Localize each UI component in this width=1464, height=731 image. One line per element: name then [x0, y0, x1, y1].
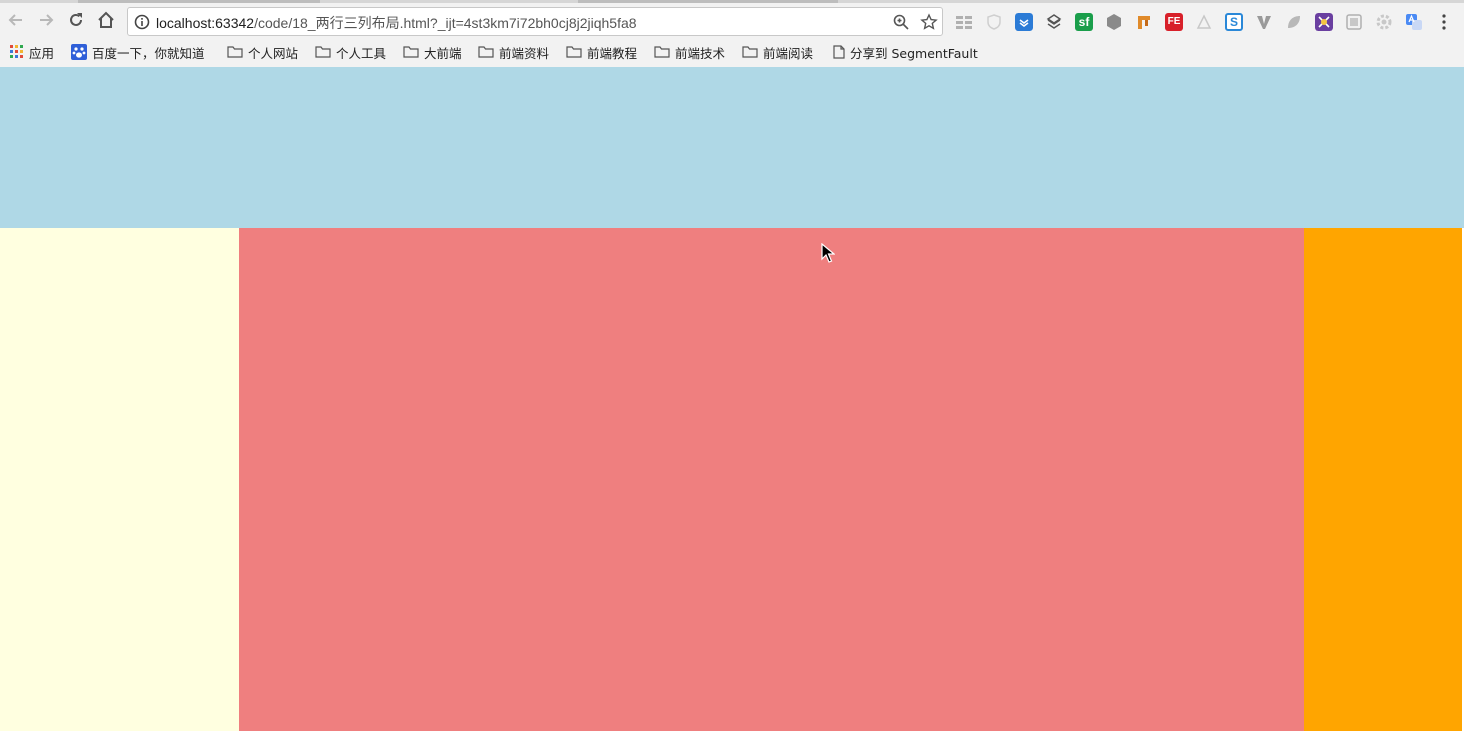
folder-icon — [654, 46, 670, 58]
hex-ext-icon[interactable] — [1105, 13, 1123, 31]
folder-icon — [315, 46, 331, 58]
shield-ext-icon[interactable] — [985, 13, 1003, 31]
fe-ext-icon[interactable]: FE — [1165, 13, 1183, 31]
bookmark-label: 前端阅读 — [763, 45, 814, 61]
home-button[interactable] — [95, 9, 117, 31]
bookmark-star-icon[interactable] — [920, 13, 938, 31]
folder-icon — [566, 46, 582, 58]
forward-icon — [40, 14, 54, 26]
grid-ext-icon[interactable] — [955, 13, 973, 31]
bookmark-folder[interactable]: 个人网站 — [227, 42, 298, 62]
browser-chrome: localhost:63342/code/18_两行三列布局.html?_ijt… — [0, 0, 1464, 68]
triangle-ext-icon[interactable] — [1195, 13, 1213, 31]
folder-icon — [227, 46, 243, 58]
bookmark-label: 大前端 — [424, 45, 462, 61]
mouse-cursor-icon — [821, 243, 835, 263]
bookmark-label: 个人工具 — [336, 45, 387, 61]
layers-ext-icon[interactable] — [1045, 13, 1063, 31]
bookmark-label: 应用 — [29, 45, 55, 61]
blue-ext-icon[interactable] — [1015, 13, 1033, 31]
folder-icon — [478, 46, 494, 58]
bookmark-apps[interactable]: 应用 — [10, 42, 54, 62]
bookmarks-bar: 应用 百度一下，你就知道 个人网站 个人工具 大前端 前端资料 前端教程 前端技… — [0, 40, 1464, 64]
v-ext-icon[interactable] — [1255, 13, 1273, 31]
right-column — [1304, 228, 1462, 731]
bookmark-baidu[interactable]: 百度一下，你就知道 — [71, 42, 205, 62]
back-icon — [8, 14, 22, 26]
s-ext-label: S — [1229, 15, 1238, 29]
purple-ext-icon[interactable] — [1315, 13, 1333, 31]
bookmark-folder[interactable]: 大前端 — [403, 42, 462, 62]
sf-ext-icon[interactable]: sf — [1075, 13, 1093, 31]
info-icon[interactable] — [134, 14, 150, 30]
bookmark-folder[interactable]: 前端阅读 — [742, 42, 813, 62]
bookmark-label: 前端技术 — [675, 45, 726, 61]
menu-icon[interactable] — [1437, 13, 1451, 31]
home-icon — [98, 11, 114, 28]
fe-ext-label: FE — [1167, 16, 1181, 27]
bookmark-label: 前端资料 — [499, 45, 550, 61]
sf-ext-label: sf — [1078, 15, 1090, 29]
bookmark-folder[interactable]: 前端资料 — [478, 42, 549, 62]
page-icon — [833, 45, 845, 59]
reload-icon — [70, 13, 82, 26]
bookmark-label: 个人网站 — [248, 45, 299, 61]
address-bar[interactable]: localhost:63342/code/18_两行三列布局.html?_ijt… — [127, 7, 943, 36]
box-ext-icon[interactable] — [1345, 13, 1363, 31]
zoom-icon[interactable] — [892, 13, 910, 31]
url-path: /code/18_两行三列布局.html?_ijt=4st3km7i72bh0c… — [254, 15, 637, 31]
tool-ext-icon[interactable] — [1135, 13, 1153, 31]
bookmark-folder[interactable]: 前端技术 — [654, 42, 725, 62]
baidu-paw-icon — [71, 44, 87, 60]
bookmark-folder[interactable]: 前端教程 — [566, 42, 637, 62]
reload-button[interactable] — [65, 9, 87, 31]
translate-ext-icon[interactable] — [1405, 13, 1423, 31]
back-button[interactable] — [5, 9, 27, 31]
forward-button[interactable] — [35, 9, 57, 31]
bookmark-segmentfault[interactable]: 分享到 SegmentFault — [833, 42, 978, 62]
left-column — [0, 228, 239, 731]
top-row-header — [0, 67, 1464, 228]
folder-icon — [742, 46, 758, 58]
tab-edge[interactable] — [78, 0, 320, 3]
bookmark-label: 前端教程 — [587, 45, 638, 61]
url-text[interactable]: localhost:63342/code/18_两行三列布局.html?_ijt… — [156, 13, 637, 33]
apps-grid-icon — [10, 45, 23, 58]
bookmark-label: 分享到 SegmentFault — [850, 45, 978, 61]
bookmark-label: 百度一下，你就知道 — [92, 45, 205, 61]
tab-edge[interactable] — [578, 0, 838, 3]
folder-icon — [403, 46, 419, 58]
gear-ext-icon[interactable] — [1375, 13, 1393, 31]
leaf-ext-icon[interactable] — [1285, 13, 1303, 31]
page-content — [0, 67, 1464, 731]
s-ext-icon[interactable]: S — [1225, 13, 1243, 31]
toolbar: localhost:63342/code/18_两行三列布局.html?_ijt… — [0, 4, 1464, 38]
url-host: localhost:63342 — [156, 15, 255, 31]
tab-strip — [0, 0, 1464, 3]
center-column — [239, 228, 1304, 731]
bookmark-folder[interactable]: 个人工具 — [315, 42, 386, 62]
